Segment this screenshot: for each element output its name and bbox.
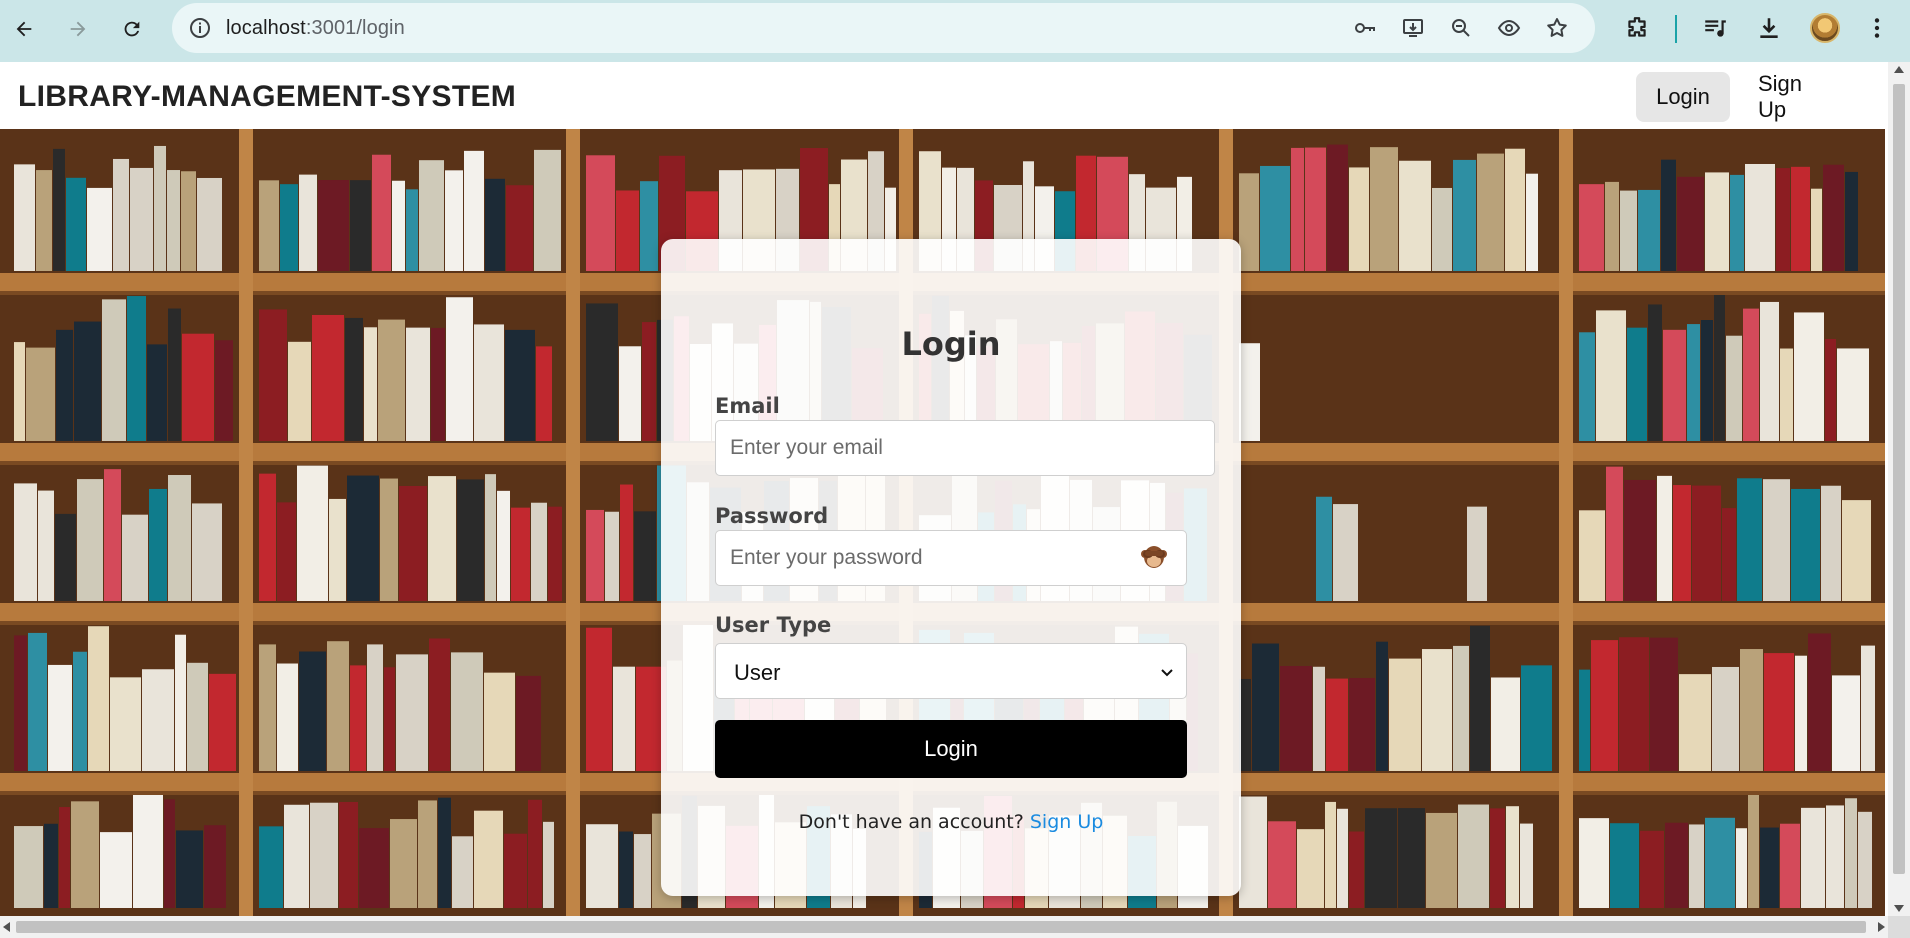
login-heading: Login	[901, 325, 1001, 363]
extensions-icon[interactable]	[1622, 13, 1652, 43]
nav-signup-link[interactable]: Sign Up	[1738, 71, 1852, 122]
see-no-evil-monkey-icon	[1141, 546, 1167, 568]
download-icon[interactable]	[1754, 13, 1784, 43]
horizontal-scrollbar[interactable]	[0, 916, 1888, 938]
email-input[interactable]	[715, 420, 1215, 476]
install-app-icon[interactable]	[1400, 15, 1426, 41]
back-icon	[16, 21, 32, 37]
eye-icon[interactable]	[1496, 15, 1522, 41]
user-type-select[interactable]: User	[715, 643, 1187, 699]
url-host: localhost	[226, 17, 306, 39]
password-key-icon[interactable]	[1352, 15, 1378, 41]
signup-prompt: Don't have an account? Sign Up	[661, 811, 1241, 833]
vertical-scrollbar[interactable]	[1888, 62, 1910, 916]
forward-icon	[70, 21, 86, 37]
scroll-down-arrow-icon[interactable]	[1894, 905, 1904, 912]
address-bar[interactable]: localhost:3001/login	[172, 3, 1595, 53]
url-text[interactable]: localhost:3001/login	[226, 17, 405, 40]
nav-login-link[interactable]: Login	[1636, 72, 1730, 122]
email-label: Email	[715, 394, 780, 418]
zoom-out-icon[interactable]	[1448, 15, 1474, 41]
signup-link[interactable]: Sign Up	[1030, 811, 1103, 833]
scroll-right-arrow-icon[interactable]	[1878, 922, 1885, 932]
forward-button[interactable]	[58, 9, 98, 49]
login-submit-button[interactable]: Login	[715, 720, 1187, 778]
scroll-left-arrow-icon[interactable]	[3, 922, 10, 932]
scroll-up-arrow-icon[interactable]	[1894, 66, 1904, 73]
media-playlist-icon[interactable]	[1700, 13, 1730, 43]
vertical-scroll-thumb[interactable]	[1893, 84, 1905, 874]
site-info-icon[interactable]	[188, 16, 212, 40]
toolbar-divider	[1675, 15, 1677, 43]
bookmark-star-icon[interactable]	[1544, 15, 1570, 41]
user-type-label: User Type	[715, 613, 832, 637]
chevron-down-icon	[1161, 669, 1173, 677]
back-button[interactable]	[4, 9, 44, 49]
app-navbar: LIBRARY-MANAGEMENT-SYSTEM Login Sign Up	[0, 62, 1888, 129]
user-type-value: User	[734, 660, 781, 685]
horizontal-scroll-thumb[interactable]	[16, 921, 1866, 933]
password-input[interactable]	[715, 530, 1187, 586]
url-path: :3001/login	[305, 17, 405, 39]
bookshelf-background: Login Email Password User Type User Logi…	[0, 129, 1885, 916]
menu-kebab-icon[interactable]	[1862, 13, 1892, 43]
password-label: Password	[715, 504, 829, 528]
profile-avatar[interactable]	[1810, 13, 1840, 43]
reload-button[interactable]	[112, 9, 152, 49]
app-title: LIBRARY-MANAGEMENT-SYSTEM	[18, 80, 517, 113]
reload-icon	[124, 21, 140, 37]
scrollbar-corner	[1888, 916, 1910, 938]
browser-toolbar: localhost:3001/login	[0, 0, 1910, 62]
signup-prompt-text: Don't have an account?	[798, 811, 1024, 833]
login-card: Login Email Password User Type User Logi…	[661, 239, 1241, 896]
password-visibility-toggle[interactable]	[1139, 542, 1169, 570]
